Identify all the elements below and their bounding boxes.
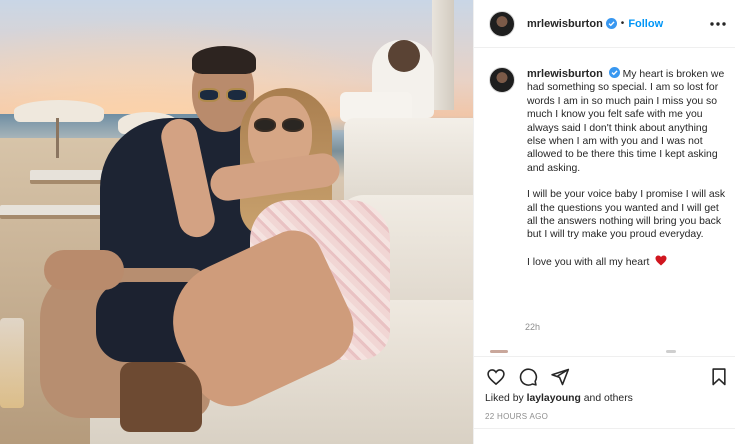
next-comment-cutoff	[490, 350, 730, 353]
verified-badge-icon	[605, 18, 617, 29]
follow-button[interactable]: Follow	[628, 18, 663, 30]
post-timestamp[interactable]: 22 HOURS AGO	[485, 412, 548, 421]
likes-user-link[interactable]: laylayoung	[527, 393, 581, 404]
sunglasses	[254, 118, 306, 132]
post-photo[interactable]	[0, 0, 473, 444]
caption-time: 22h	[525, 322, 541, 332]
header-username[interactable]: mrlewisburton	[527, 18, 603, 30]
caption-text: mrlewisburton My heart is broken we had …	[527, 67, 727, 282]
umbrella-pole	[56, 118, 59, 158]
add-comment-strip	[473, 428, 735, 444]
post-header: mrlewisburton • Follow	[474, 0, 735, 48]
background-person-head	[388, 40, 420, 72]
caption-paragraph: I will be your voice baby I promise I wi…	[527, 189, 726, 241]
likes-suffix: and others	[583, 393, 633, 404]
man-hands	[44, 250, 124, 290]
woman-boot	[120, 362, 202, 432]
man-hair	[192, 46, 256, 74]
verified-badge-icon	[608, 67, 620, 78]
caption-paragraph: My heart is broken we had something so s…	[527, 69, 725, 174]
paper-plane-icon[interactable]	[550, 367, 570, 387]
avatar[interactable]	[489, 67, 515, 93]
more-options-icon[interactable]	[708, 14, 728, 34]
caption-closing: I love you with all my heart	[527, 256, 650, 268]
caption-username[interactable]: mrlewisburton	[527, 68, 603, 80]
bookmark-icon[interactable]	[709, 367, 729, 387]
red-heart-icon	[655, 255, 667, 266]
sunglasses	[198, 88, 250, 102]
action-bar	[473, 356, 735, 396]
caption-comment: mrlewisburton My heart is broken we had …	[489, 67, 729, 282]
likes-prefix: Liked by	[485, 393, 524, 404]
comment-bubble-icon[interactable]	[518, 367, 538, 387]
likes-summary: Liked by laylayoung and others	[485, 393, 633, 404]
wine-glass	[0, 318, 24, 408]
caption-paragraph: I love you with all my heart	[527, 255, 727, 269]
separator-dot: •	[620, 18, 625, 29]
pillar	[432, 0, 454, 110]
sun-lounger	[0, 205, 110, 219]
heart-outline-icon[interactable]	[486, 367, 506, 387]
avatar[interactable]	[489, 10, 515, 37]
beach-umbrella	[14, 100, 104, 122]
